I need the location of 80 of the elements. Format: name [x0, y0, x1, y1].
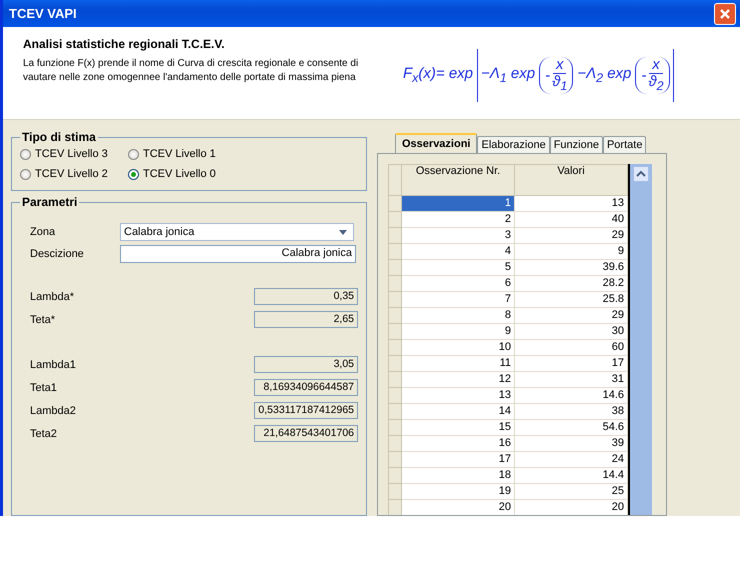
table-cell: 5 [402, 260, 514, 276]
table-cell: 8 [402, 308, 514, 324]
table-cell: 54.6 [514, 420, 628, 436]
column-header[interactable]: Osservazione Nr. [402, 164, 514, 196]
table-cell: 9 [514, 244, 628, 260]
table-cell: 4 [402, 244, 514, 260]
table-cell: 2 [402, 212, 514, 228]
radio-label: TCEV Livello 3 [35, 148, 108, 160]
tab[interactable]: Portate [602, 136, 646, 153]
readonly-field: 2,65 [254, 311, 358, 328]
table-cell: 6 [402, 276, 514, 292]
field-label: Lambda1 [30, 358, 77, 370]
table-cell: 28.2 [514, 276, 628, 292]
tab[interactable]: Funzione [550, 136, 603, 153]
table-cell: 12 [402, 372, 514, 388]
field-label: Lambda2 [30, 404, 77, 416]
readonly-field: 8,16934096644587 [254, 379, 358, 396]
table-cell: 15 [402, 420, 514, 436]
close-button[interactable] [714, 2, 736, 24]
table-cell: 13 [514, 196, 628, 212]
readonly-field: 3,05 [254, 356, 358, 373]
table-cell: 25.8 [514, 292, 628, 308]
table-cell: 30 [514, 324, 628, 340]
readonly-field: 21,6487543401706 [254, 425, 358, 442]
table-cell: 39 [514, 436, 628, 452]
zone-dropdown[interactable]: Calabra jonica [120, 223, 354, 241]
readonly-field: 0,35 [254, 288, 358, 305]
table-cell: 24 [514, 452, 628, 468]
table-cell: 1 [402, 196, 514, 212]
table-cell: 20 [514, 500, 628, 515]
table-cell: 14.4 [514, 468, 628, 484]
table-cell: 9 [402, 324, 514, 340]
table-cell: 60 [514, 340, 628, 356]
table-cell: 19 [402, 484, 514, 500]
caret-icon [339, 230, 347, 234]
close-icon [719, 8, 731, 20]
table-cell: 25 [514, 484, 628, 500]
field-label: Lambda* [30, 290, 76, 302]
field-label: Teta2 [30, 428, 58, 440]
window-title: TCEV VAPI [9, 6, 77, 21]
header-description: La funzione F(x) prende il nome di Curva di crescita regionale e consente di vautare nelle zone omogennee l'andamento delle portate di massima piena [23, 57, 360, 85]
field-label: Teta1 [30, 382, 58, 394]
table-cell: 17 [402, 452, 514, 468]
table-cell: 18 [402, 468, 514, 484]
tab[interactable]: Osservazioni [395, 133, 478, 153]
readonly-field: 0,533117187412965 [254, 402, 358, 419]
table-cell: 20 [402, 500, 514, 515]
table-cell: 3 [402, 228, 514, 244]
field-label: Descizione [30, 248, 85, 260]
table-cell: 38 [514, 404, 628, 420]
radio-label: TCEV Livello 0 [143, 168, 216, 180]
scroll-up-icon[interactable] [633, 166, 649, 182]
group-title: Tipo di stima [21, 130, 97, 144]
table-cell: 11 [402, 356, 514, 372]
table-cell: 31 [514, 372, 628, 388]
table-cell: 29 [514, 308, 628, 324]
header-title: Analisi statistiche regionali T.C.E.V. [23, 37, 226, 51]
radio-label: TCEV Livello 2 [35, 168, 108, 180]
column-header[interactable]: Valori [514, 164, 628, 196]
tab[interactable]: Elaborazione [477, 136, 550, 153]
table-cell: 10 [402, 340, 514, 356]
table-cell: 16 [402, 436, 514, 452]
table-cell: 14 [402, 404, 514, 420]
radio-button[interactable] [20, 168, 31, 180]
table-cell: 7 [402, 292, 514, 308]
table-cell: 17 [514, 356, 628, 372]
description-field[interactable]: Calabra jonica [120, 245, 356, 263]
table-cell: 40 [514, 212, 628, 228]
table-cell: 14.6 [514, 388, 628, 404]
radio-button[interactable] [20, 148, 31, 160]
radio-button[interactable] [128, 168, 139, 180]
table-cell: 39.6 [514, 260, 628, 276]
table-cell: 29 [514, 228, 628, 244]
radio-button[interactable] [128, 148, 139, 160]
field-label: Zona [30, 226, 56, 238]
scrollbar[interactable] [628, 164, 652, 515]
radio-label: TCEV Livello 1 [143, 148, 216, 160]
table-cell: 13 [402, 388, 514, 404]
field-label: Teta* [30, 314, 56, 326]
group-title: Parametri [21, 195, 78, 209]
